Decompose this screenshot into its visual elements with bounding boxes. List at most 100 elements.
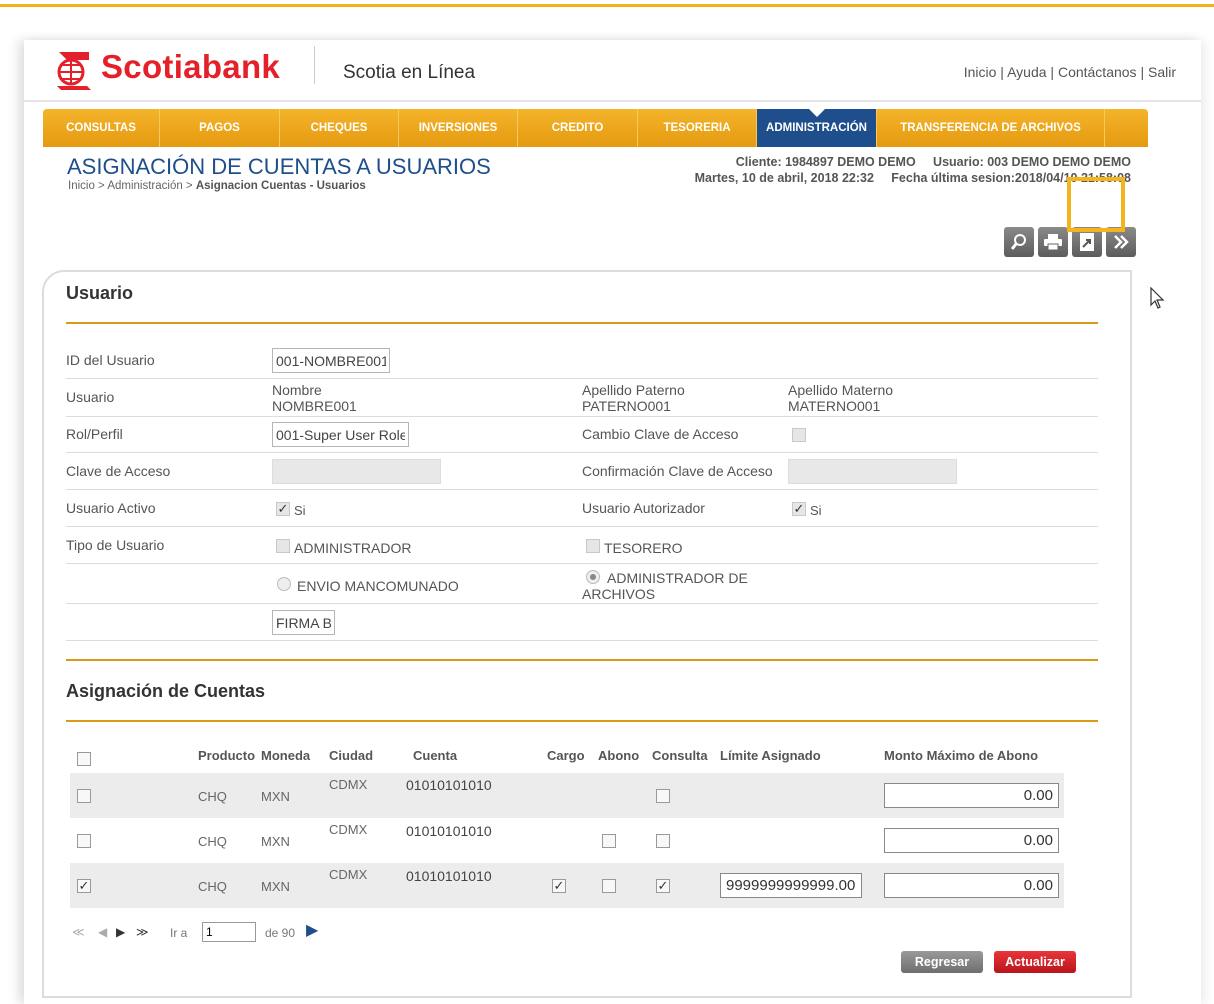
row-divider (66, 489, 1098, 490)
main-nav: CONSULTAS PAGOS CHEQUES INVERSIONES CRED… (43, 109, 1148, 147)
section-title-usuario: Usuario (66, 283, 134, 303)
consulta-checkbox[interactable] (656, 789, 670, 803)
highlight-box (1067, 177, 1125, 232)
row-divider (66, 640, 1098, 641)
nav-pagos[interactable]: PAGOS (160, 109, 280, 147)
cell-producto: CHQ (198, 789, 227, 804)
cell-ciudad: CDMX (329, 822, 368, 837)
col-cargo: Cargo (547, 748, 585, 763)
link-inicio[interactable]: Inicio (964, 64, 997, 80)
breadcrumb: Inicio > Administración > Asignacion Cue… (68, 180, 366, 192)
search-icon[interactable] (1004, 227, 1034, 257)
cargo-checkbox[interactable]: ✓ (552, 879, 566, 893)
cell-producto: CHQ (198, 879, 227, 894)
link-ayuda[interactable]: Ayuda (1007, 64, 1046, 80)
regresar-button[interactable]: Regresar (901, 951, 983, 973)
label-confirmacion: Confirmación Clave de Acceso (582, 463, 773, 479)
mouse-cursor-icon (1150, 287, 1165, 309)
cell-producto: CHQ (198, 834, 227, 849)
consulta-checkbox[interactable]: ✓ (656, 879, 670, 893)
clave-field[interactable] (272, 459, 441, 484)
nav-consultas[interactable]: CONSULTAS (43, 109, 160, 147)
rol-field[interactable] (272, 422, 409, 447)
link-separator: | (1136, 64, 1148, 80)
row-divider (66, 378, 1098, 379)
next-page-icon[interactable]: ▶ (116, 925, 125, 939)
confirmacion-field[interactable] (788, 459, 957, 484)
section-rule (66, 322, 1098, 324)
nav-cheques[interactable]: CHEQUES (280, 109, 399, 147)
page-number-input[interactable] (202, 922, 256, 942)
envio-mancomunado-radio[interactable] (277, 577, 291, 591)
print-icon[interactable] (1038, 227, 1068, 257)
abono-checkbox[interactable] (602, 834, 616, 848)
col-cuenta: Cuenta (413, 748, 458, 763)
label-usuario: Usuario (66, 389, 115, 405)
tesorero-label: TESORERO (604, 540, 683, 556)
col-moneda: Moneda (261, 748, 311, 763)
nav-inversiones[interactable]: INVERSIONES (399, 109, 518, 147)
row-select-checkbox[interactable] (77, 789, 91, 803)
nav-tesoreria[interactable]: TESORERIA (638, 109, 757, 147)
cell-moneda: MXN (261, 789, 290, 804)
app-title: Scotia en Línea (343, 62, 476, 83)
link-separator: | (996, 64, 1008, 80)
breadcrumb-current: Asignacion Cuentas - Usuarios (195, 180, 366, 192)
id-usuario-field[interactable] (272, 348, 390, 373)
cambio-clave-checkbox[interactable] (792, 428, 806, 442)
nav-administracion[interactable]: ADMINISTRACIÓN (757, 109, 877, 147)
consulta-checkbox[interactable] (656, 834, 670, 848)
link-contactanos[interactable]: Contáctanos (1058, 64, 1137, 80)
admin-archivos-label: ADMINISTRADOR DE (607, 570, 748, 586)
autorizador-si-label: Si (810, 503, 822, 518)
prev-page-icon[interactable]: ◀ (98, 925, 107, 939)
materno-value: MATERNO001 (788, 398, 881, 414)
activo-si-label: Si (294, 503, 306, 518)
admin-archivos-label-2: ARCHIVOS (582, 586, 656, 602)
top-links: Inicio | Ayuda | Contáctanos | Salir (964, 64, 1176, 80)
label-autorizador: Usuario Autorizador (582, 500, 705, 516)
row-select-checkbox[interactable] (77, 834, 91, 848)
administrador-checkbox[interactable] (276, 539, 290, 553)
label-activo: Usuario Activo (66, 500, 156, 516)
limite-asignado-field[interactable]: 9999999999999.00 (720, 873, 862, 898)
materno-label: Apellido Materno (788, 382, 894, 398)
link-salir[interactable]: Salir (1148, 64, 1176, 80)
autorizador-checkbox[interactable]: ✓ (792, 502, 806, 516)
last-page-icon[interactable]: ≫ (136, 925, 149, 939)
nav-transferencia-archivos[interactable]: TRANSFERENCIA DE ARCHIVOS (877, 109, 1105, 147)
nav-credito[interactable]: CREDITO (518, 109, 638, 147)
monto-maximo-field[interactable]: 0.00 (884, 783, 1059, 808)
session-info: Cliente: 1984897 DEMO DEMO Usuario: 003 … (695, 154, 1131, 186)
monto-maximo-field[interactable]: 0.00 (884, 828, 1059, 853)
select-all-checkbox[interactable] (77, 752, 91, 766)
go-page-icon[interactable]: ▶ (306, 920, 318, 940)
cell-moneda: MXN (261, 834, 290, 849)
activo-checkbox[interactable]: ✓ (276, 502, 290, 516)
session-client-user: Cliente: 1984897 DEMO DEMO Usuario: 003 … (735, 155, 1131, 169)
row-divider (66, 603, 1098, 604)
breadcrumb-path[interactable]: Inicio > Administración > (68, 180, 196, 192)
first-page-icon[interactable]: ≪ (72, 925, 85, 939)
scotiabank-logo-icon (57, 52, 91, 90)
session-date: Martes, 10 de abril, 2018 22:32 Fecha úl… (694, 171, 1131, 185)
actualizar-button[interactable]: Actualizar (994, 951, 1076, 973)
section-rule (66, 659, 1098, 661)
section-title-cuentas: Asignación de Cuentas (66, 681, 266, 701)
row-divider (66, 452, 1098, 453)
label-clave: Clave de Acceso (66, 463, 171, 479)
row-select-checkbox[interactable]: ✓ (77, 879, 91, 893)
label-cambio-clave: Cambio Clave de Acceso (582, 426, 739, 442)
admin-archivos-radio[interactable] (586, 570, 600, 584)
page-title: ASIGNACIÓN DE CUENTAS A USUARIOS (67, 154, 491, 179)
ir-a-label: Ir a (170, 926, 188, 940)
abono-checkbox[interactable] (602, 879, 616, 893)
cell-ciudad: CDMX (329, 867, 368, 882)
envio-mancomunado-label: ENVIO MANCOMUNADO (297, 578, 459, 594)
tesorero-checkbox[interactable] (586, 539, 600, 553)
cell-ciudad: CDMX (329, 777, 368, 792)
firma-field[interactable] (272, 610, 335, 635)
monto-maximo-field[interactable]: 0.00 (884, 873, 1059, 898)
section-rule (66, 720, 1098, 722)
row-divider (66, 563, 1098, 564)
